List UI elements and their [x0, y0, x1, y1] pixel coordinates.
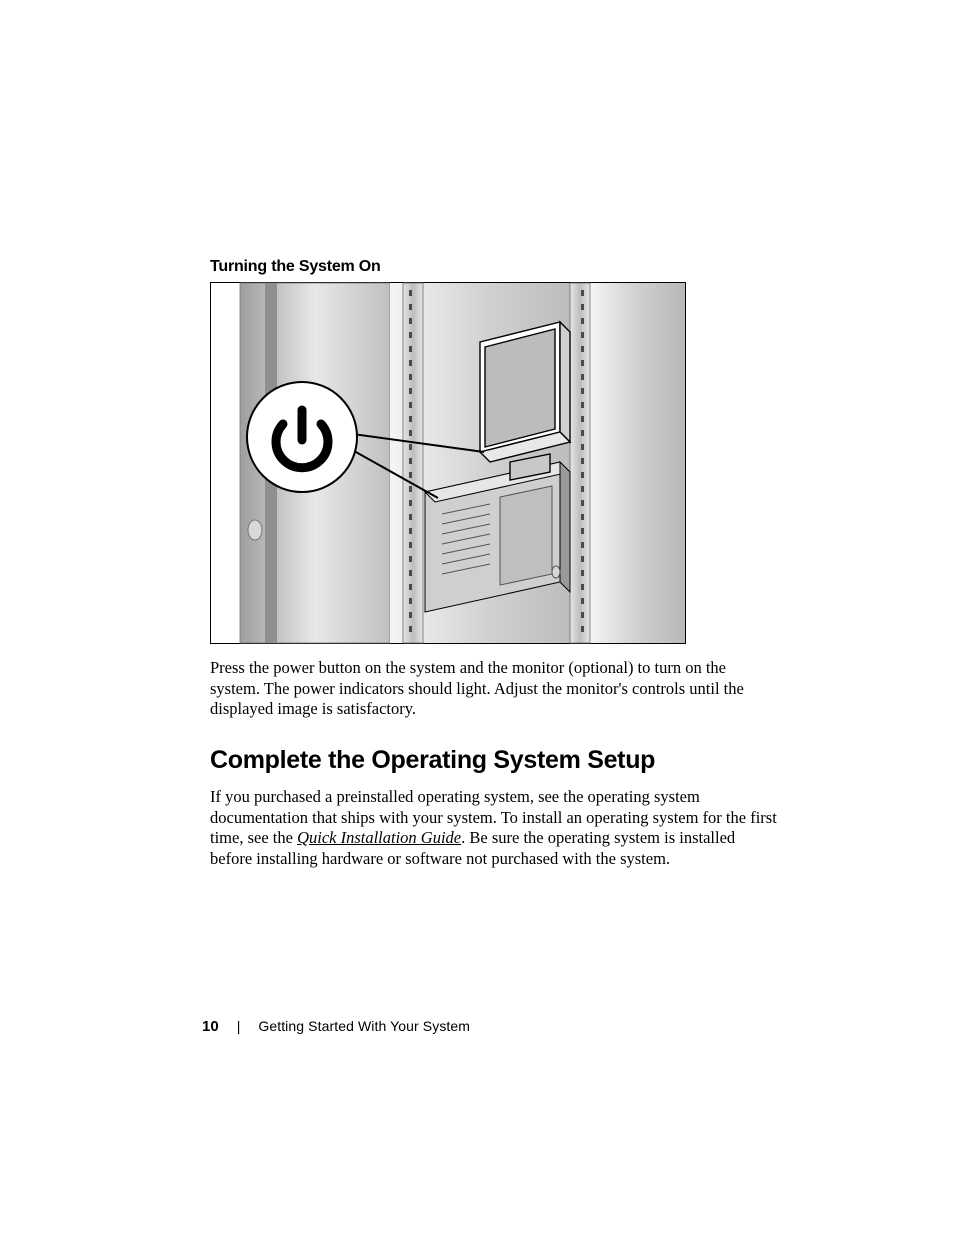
power-on-illustration	[210, 282, 686, 644]
body-paragraph: If you purchased a preinstalled operatin…	[210, 787, 780, 870]
page-number: 10	[202, 1018, 219, 1035]
footer-separator: |	[237, 1018, 241, 1034]
page-footer: 10 | Getting Started With Your System	[202, 1018, 470, 1035]
figure-power-on	[210, 282, 686, 644]
subheading: Turning the System On	[210, 258, 780, 276]
footer-title: Getting Started With Your System	[258, 1018, 470, 1034]
guide-title-italic: Quick Installation Guide	[297, 828, 461, 847]
figure-caption: Press the power button on the system and…	[210, 658, 780, 720]
section-heading: Complete the Operating System Setup	[210, 746, 780, 775]
power-icon	[247, 382, 357, 492]
